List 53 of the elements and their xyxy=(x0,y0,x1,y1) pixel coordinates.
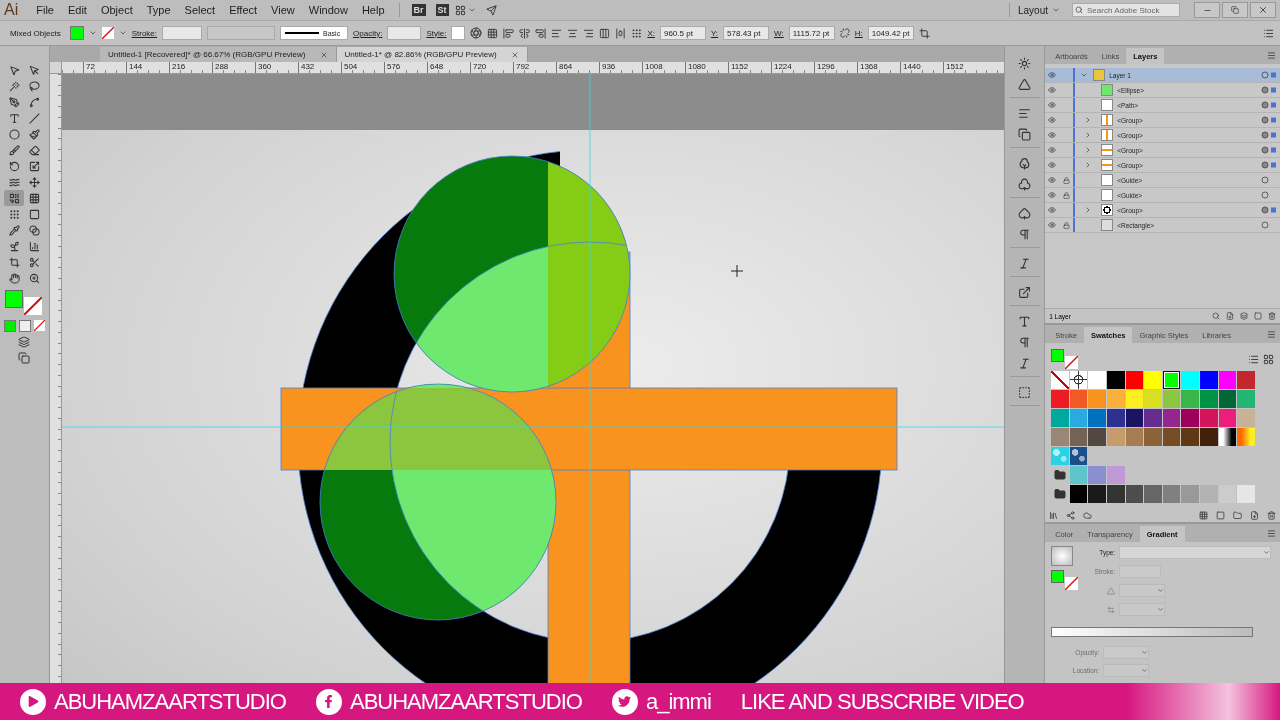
ruler-label: 936 xyxy=(598,62,642,73)
transform-field[interactable]: 578.43 pt xyxy=(723,26,770,40)
ruler-label: 1296 xyxy=(813,62,857,73)
app-button[interactable]: Br xyxy=(411,4,426,16)
stroke-label: Stroke: xyxy=(131,28,158,38)
ruler-label: 504 xyxy=(340,62,384,73)
ruler-label: 648 xyxy=(426,62,470,73)
menu-item[interactable]: Type xyxy=(140,4,177,16)
menu-item[interactable]: Object xyxy=(94,4,139,16)
ruler-label: 1224 xyxy=(770,62,814,73)
document-tab[interactable]: Untitled-1* @ 82.86% (RGB/GPU Preview) xyxy=(336,47,528,62)
app-button[interactable]: St xyxy=(435,4,449,16)
document-tab[interactable]: Untitled-1 [Recovered]* @ 66.67% (RGB/GPU Preview) xyxy=(99,47,337,62)
menu-item[interactable]: Effect xyxy=(223,4,264,16)
transform-field[interactable]: 1049.42 pt xyxy=(867,26,914,40)
ruler-label: 144 xyxy=(125,62,169,73)
banner-text: ABUHAMZAARTSTUDIO xyxy=(54,688,286,715)
ruler-label: 1152 xyxy=(727,62,771,73)
ruler-label: 1440 xyxy=(899,62,943,73)
ruler-label: 1008 xyxy=(641,62,685,73)
transform-label: W: xyxy=(774,28,784,38)
search-field[interactable]: Search Adobe Stock xyxy=(1072,3,1180,17)
menu-item[interactable]: Window xyxy=(302,4,354,16)
ruler-label: 864 xyxy=(555,62,599,73)
menu-item[interactable]: Help xyxy=(355,4,391,16)
opacity-label: Opacity: xyxy=(353,28,383,38)
ruler-label: 576 xyxy=(383,62,427,73)
ruler-label: 1512 xyxy=(942,62,986,73)
ruler-label: 720 xyxy=(469,62,513,73)
ruler-label: 72 xyxy=(82,62,126,73)
banner-text: LIKE AND SUBSCRIBE VIDEO xyxy=(740,688,1024,715)
style-label: Style: xyxy=(426,28,447,38)
banner-text: ABUHAMZAARTSTUDIO xyxy=(349,688,582,715)
banner-text: a_immi xyxy=(645,688,711,715)
menu-item[interactable]: Edit xyxy=(61,4,93,16)
ruler-label: 360 xyxy=(254,62,298,73)
menu-item[interactable]: View xyxy=(265,4,301,16)
ruler-label: 792 xyxy=(512,62,556,73)
ruler-label: 432 xyxy=(297,62,341,73)
menu-item[interactable]: File xyxy=(30,4,60,16)
ruler-label: 1368 xyxy=(856,62,900,73)
transform-label: Y: xyxy=(710,28,719,38)
app-logo: Ai xyxy=(4,1,19,19)
transform-label: H: xyxy=(854,28,863,38)
transform-field[interactable]: 960.5 pt xyxy=(659,26,706,40)
transform-label: X: xyxy=(647,28,655,38)
ruler-label: 216 xyxy=(168,62,212,73)
transform-field[interactable]: 1115.72 pt xyxy=(788,26,835,40)
ruler-label: 1080 xyxy=(684,62,728,73)
workspace-switcher[interactable]: Layout xyxy=(1017,4,1048,16)
ruler-label: 288 xyxy=(211,62,255,73)
menu-item[interactable]: Select xyxy=(178,4,222,16)
selection-label: Mixed Objects xyxy=(9,28,62,38)
